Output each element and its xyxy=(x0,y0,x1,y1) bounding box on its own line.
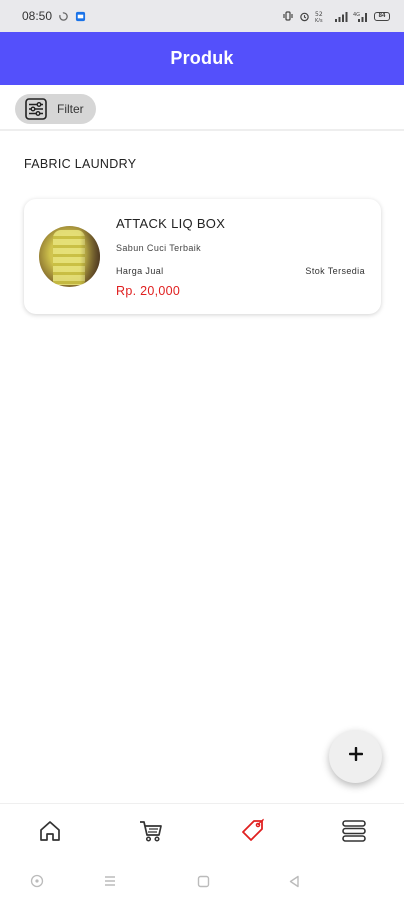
cart-icon xyxy=(138,819,164,848)
filter-label: Filter xyxy=(57,102,84,116)
filter-button[interactable]: Filter xyxy=(15,94,96,124)
nav-cart[interactable] xyxy=(121,804,181,862)
recents-icon[interactable] xyxy=(98,869,122,893)
vibrate-icon xyxy=(282,11,294,21)
network-speed-icon: 52 K/s xyxy=(315,10,329,22)
price-label: Harga Jual xyxy=(116,266,164,276)
nav-menu[interactable] xyxy=(324,804,384,862)
product-name: ATTACK LIQ BOX xyxy=(116,216,226,231)
alarm-icon xyxy=(299,11,310,22)
app-notification-icon xyxy=(75,11,86,22)
stock-label: Stok Tersedia xyxy=(305,266,365,276)
back-icon[interactable] xyxy=(282,869,306,893)
nav-home[interactable] xyxy=(20,804,80,862)
svg-text:4G: 4G xyxy=(353,12,360,18)
svg-text:K/s: K/s xyxy=(315,18,323,22)
product-description: Sabun Cuci Terbaik xyxy=(116,243,202,253)
assistant-icon[interactable] xyxy=(25,869,49,893)
page-title: Produk xyxy=(170,48,234,68)
product-photo xyxy=(39,226,100,287)
stack-menu-icon xyxy=(341,819,367,848)
home-square-icon[interactable] xyxy=(191,869,215,893)
category-title: FABRIC LAUNDRY xyxy=(24,157,137,171)
system-navigation xyxy=(0,861,404,900)
sync-icon xyxy=(58,11,69,22)
product-price: Rp. 20,000 xyxy=(116,284,181,298)
status-bar: 08:50 52 K/s 4G 84 xyxy=(0,0,404,32)
filter-bar: Filter xyxy=(0,85,404,131)
svg-text:52: 52 xyxy=(315,11,323,18)
sliders-icon xyxy=(25,98,47,120)
app-bar: Produk xyxy=(0,32,404,85)
status-time: 08:50 xyxy=(22,9,53,23)
bottom-navigation xyxy=(0,803,404,861)
add-product-button[interactable] xyxy=(329,730,382,783)
home-icon xyxy=(38,819,62,848)
product-card[interactable]: ATTACK LIQ BOX Sabun Cuci Terbaik Harga … xyxy=(24,199,381,314)
battery-icon: 84 xyxy=(374,11,390,21)
signal-2-icon: 4G xyxy=(353,11,369,22)
plus-icon xyxy=(348,746,363,766)
signal-icon xyxy=(334,11,348,22)
tag-icon xyxy=(240,818,266,849)
nav-products[interactable] xyxy=(223,804,283,862)
